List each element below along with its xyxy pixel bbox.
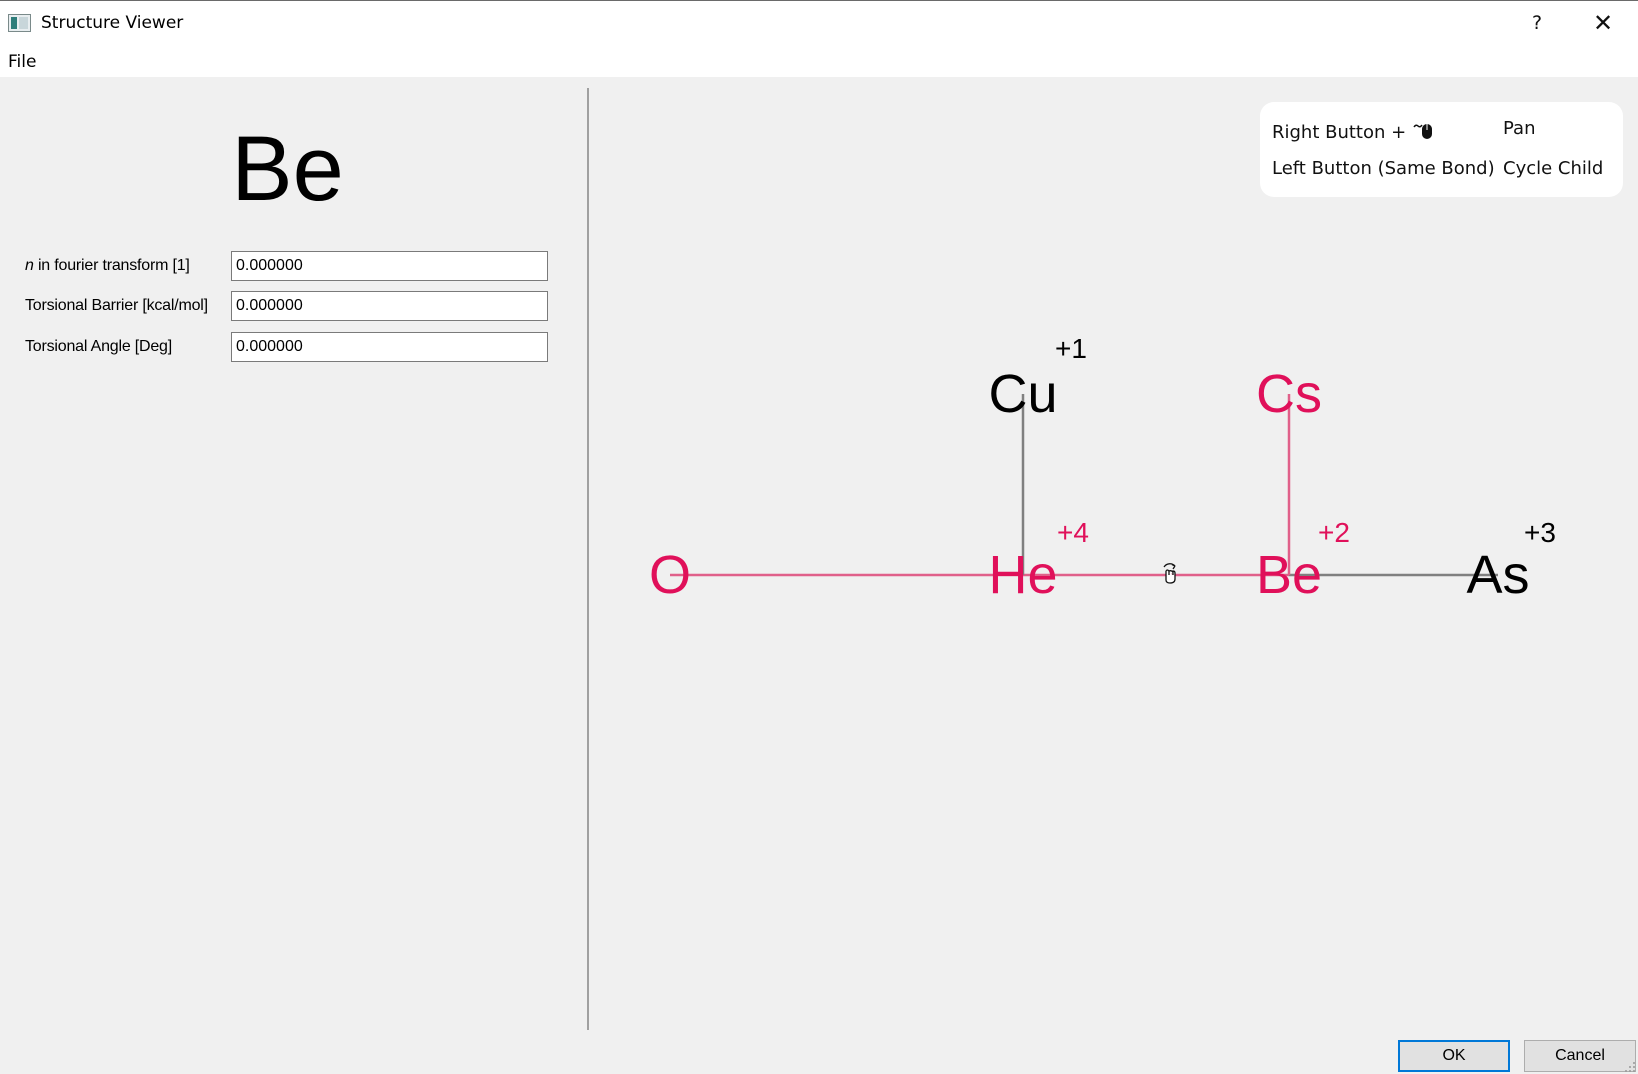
- panel-splitter[interactable]: [587, 88, 589, 1030]
- dialog-button-bar: OK Cancel: [0, 1032, 1638, 1074]
- title-bar: Structure Viewer ? ✕: [0, 1, 1638, 45]
- properties-panel: Be n in fourier transform [1] Torsional …: [0, 77, 586, 1032]
- charge-cu: +1: [1055, 333, 1087, 364]
- atom-cs[interactable]: Cs: [1256, 367, 1322, 421]
- legend-cycle-result: Cycle Child: [1503, 158, 1604, 179]
- window-title: Structure Viewer: [41, 13, 184, 33]
- fourier-n-label: n in fourier transform [1]: [25, 257, 190, 275]
- torsional-barrier-input[interactable]: [231, 291, 548, 321]
- charge-as: +3: [1524, 517, 1556, 548]
- torsional-angle-label: Torsional Angle [Deg]: [25, 338, 173, 355]
- atom-as[interactable]: As: [1466, 548, 1529, 602]
- cancel-button[interactable]: Cancel: [1524, 1040, 1636, 1072]
- app-icon: [8, 14, 31, 32]
- atom-o[interactable]: O: [649, 548, 691, 602]
- structure-viewer-window: Structure Viewer ? ✕ File Be n in fourie…: [0, 0, 1638, 1074]
- torsional-angle-input[interactable]: [231, 332, 548, 362]
- legend-pan-action: Right Button +: [1272, 121, 1434, 143]
- fourier-n-input[interactable]: [231, 251, 548, 281]
- legend-pan-result: Pan: [1503, 118, 1536, 139]
- atom-be[interactable]: Be: [1256, 548, 1322, 602]
- rotate-cursor-icon: [1163, 563, 1176, 584]
- resize-grip-icon[interactable]: [1624, 1061, 1636, 1073]
- help-button[interactable]: ?: [1516, 1, 1558, 45]
- legend-cycle-action: Left Button (Same Bond): [1272, 158, 1495, 179]
- charge-be: +2: [1318, 517, 1350, 548]
- close-button[interactable]: ✕: [1578, 1, 1628, 45]
- menu-bar: File: [0, 45, 1638, 77]
- atom-cu[interactable]: Cu: [988, 367, 1057, 421]
- atom-he[interactable]: He: [988, 548, 1057, 602]
- menu-file[interactable]: File: [8, 52, 36, 72]
- charge-he: +4: [1057, 517, 1089, 548]
- element-symbol: Be: [231, 118, 344, 220]
- legend-pan-action-text: Right Button +: [1272, 122, 1412, 143]
- molecule-canvas[interactable]: O He +4 Be +2 As +3 Cu +1 Cs: [590, 77, 1638, 1032]
- ok-button[interactable]: OK: [1398, 1040, 1510, 1072]
- n-symbol: n: [25, 257, 34, 274]
- torsional-barrier-label: Torsional Barrier [kcal/mol]: [25, 297, 208, 314]
- fourier-n-label-text: in fourier transform [1]: [33, 257, 190, 274]
- close-icon: ✕: [1592, 9, 1614, 37]
- mouse-legend: Right Button + Pan Left Button (Same Bon…: [1260, 102, 1623, 197]
- mouse-drag-icon: [1412, 121, 1434, 141]
